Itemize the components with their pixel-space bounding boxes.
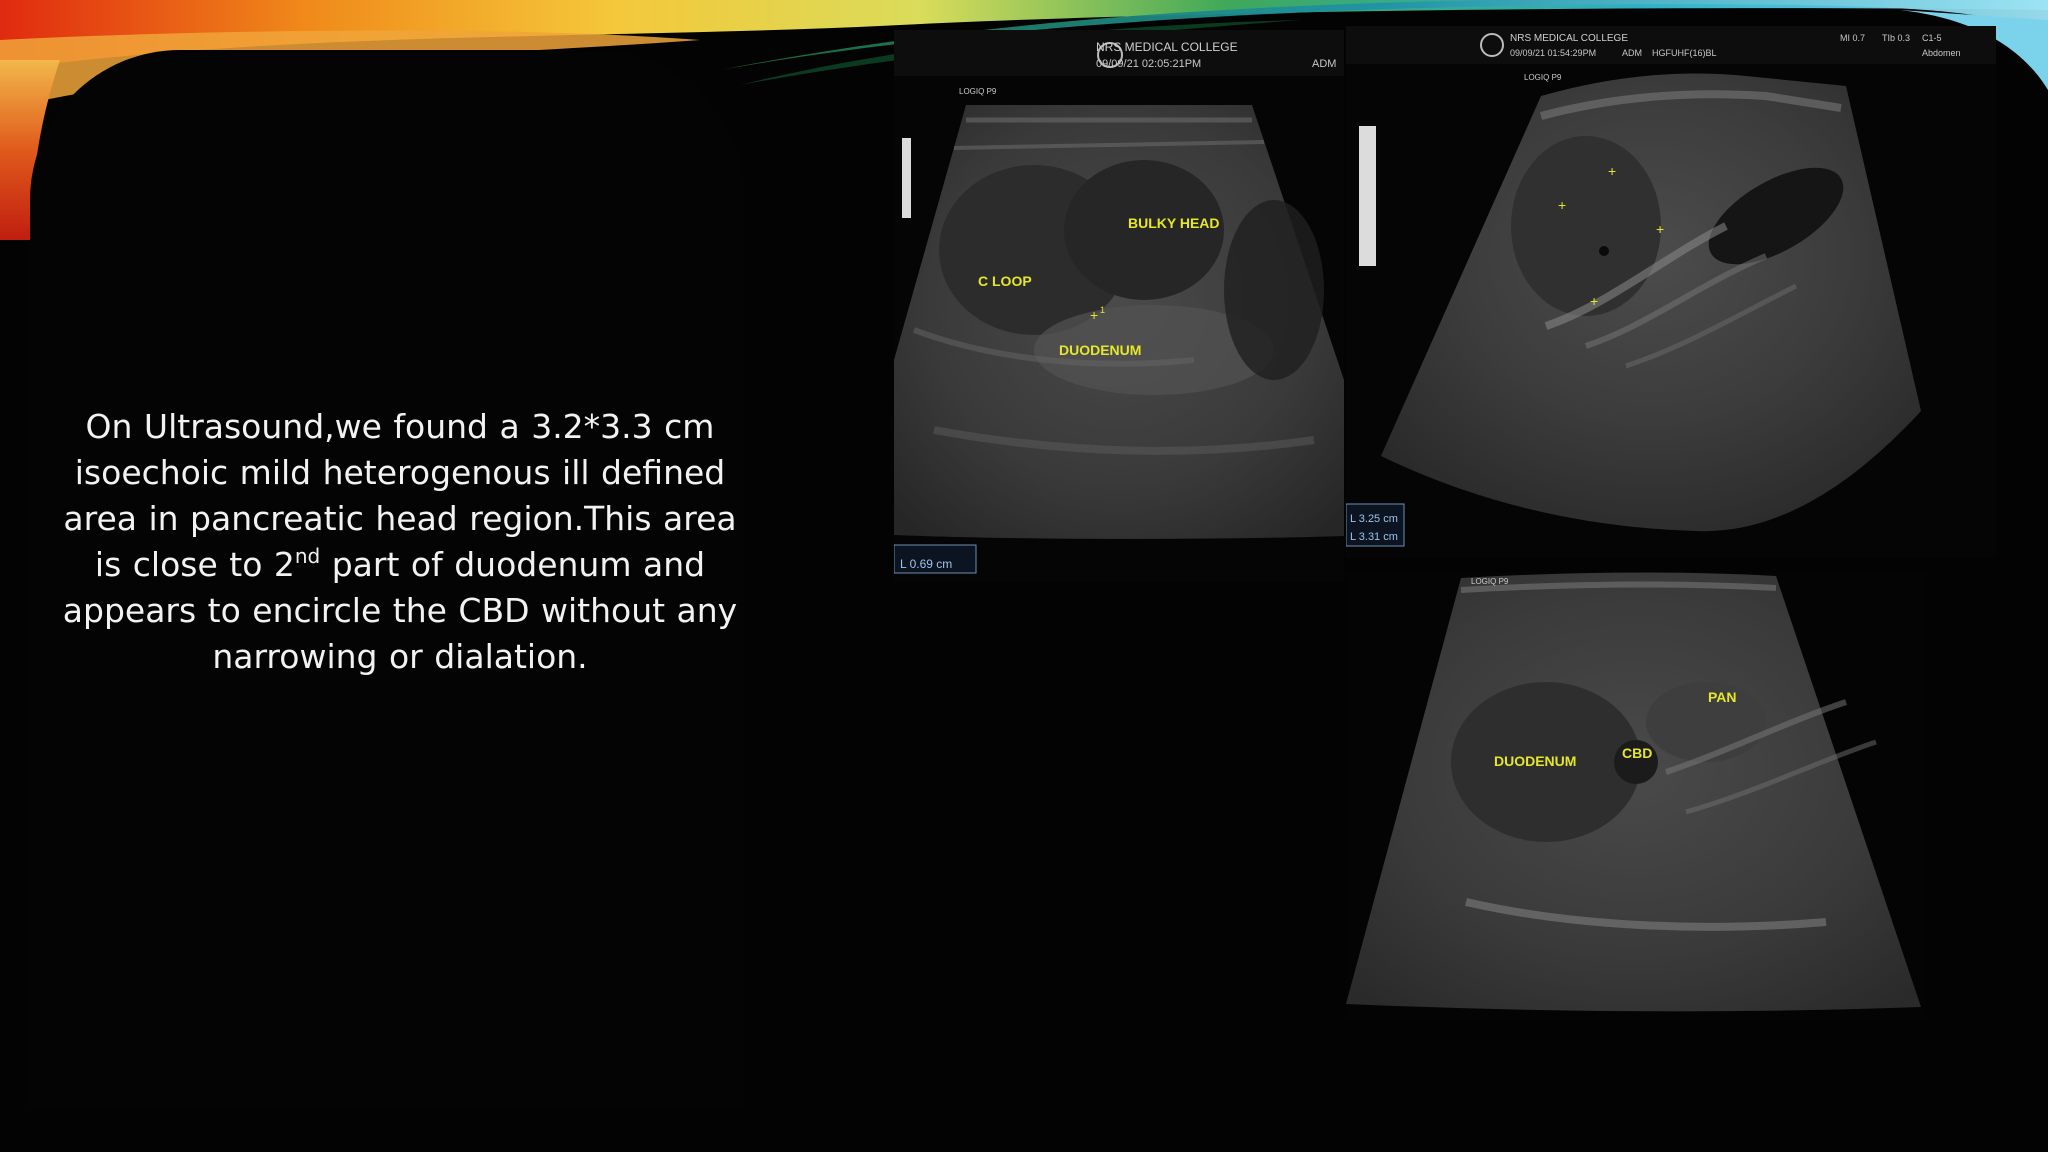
cbd-label: CBD (1622, 745, 1652, 761)
param-preset: Abdomen (1922, 48, 1961, 58)
measurement-1: L 3.25 cm (1350, 513, 1398, 525)
ultrasound-image-top-right: NRS MEDICAL COLLEGE 09/09/21 01:54:29PM … (1346, 26, 1996, 558)
operator-label: ADM (1312, 58, 1336, 70)
ultrasound-image-bottom-right: LOGIQ P9 PAN CBD DUODENUM (1346, 572, 1926, 1020)
gray-scale-bar (1359, 126, 1376, 266)
ordinal-suffix: nd (294, 544, 321, 568)
gray-scale-bar (902, 138, 911, 218)
ultrasound-image-left: NRS MEDICAL COLLEGE 09/09/21 02:05:21PM … (894, 30, 1344, 582)
institution-label: NRS MEDICAL COLLEGE (1096, 40, 1238, 54)
caliper-number: 1 (1100, 305, 1105, 315)
param-mi: MI 0.7 (1840, 33, 1865, 43)
measurement-value: L 0.69 cm (900, 557, 952, 571)
institution-label: NRS MEDICAL COLLEGE (1510, 33, 1628, 44)
param-tib: TIb 0.3 (1882, 33, 1910, 43)
datetime-label: 09/09/21 01:54:29PM (1510, 48, 1596, 58)
probe-label: LOGIQ P9 (959, 87, 997, 96)
datetime-label: 09/09/21 02:05:21PM (1096, 58, 1201, 70)
caliper-marker: + (1090, 307, 1098, 323)
findings-text: On Ultrasound,we found a 3.2*3.3 cm isoe… (50, 404, 750, 680)
caliper-marker-1: + (1608, 163, 1616, 179)
duodenum-label: DUODENUM (1494, 753, 1576, 769)
caliper-marker-3: + (1656, 221, 1664, 237)
measurement-2: L 3.31 cm (1350, 531, 1398, 543)
preset-label: HGFUHF(16)BL (1652, 48, 1717, 58)
param-probe: C1-5 (1922, 33, 1942, 43)
c-loop-label: C LOOP (978, 273, 1032, 289)
operator-label: ADM (1622, 48, 1642, 58)
duodenum-label: DUODENUM (1059, 342, 1141, 358)
probe-label: LOGIQ P9 (1524, 73, 1562, 82)
caliper-marker-2: + (1558, 197, 1566, 213)
pan-label: PAN (1708, 689, 1737, 705)
probe-label: LOGIQ P9 (1471, 577, 1509, 586)
caliper-marker-4: + (1590, 293, 1598, 309)
bulky-head-label: BULKY HEAD (1128, 215, 1220, 231)
